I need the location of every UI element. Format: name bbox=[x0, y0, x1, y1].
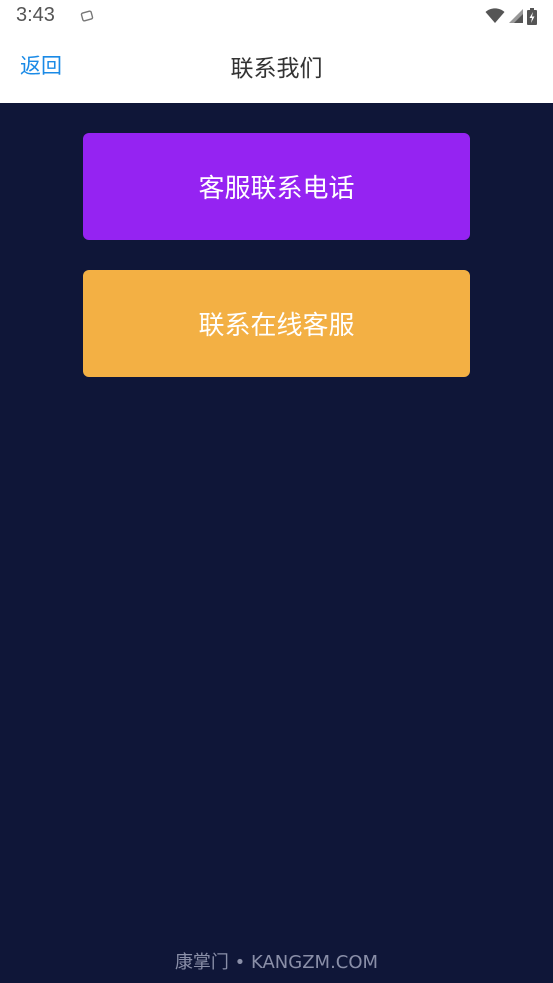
online-service-button[interactable]: 联系在线客服 bbox=[83, 270, 470, 377]
service-phone-label: 客服联系电话 bbox=[198, 174, 355, 204]
watermark: 康掌门 • KANGZM.COM bbox=[174, 952, 379, 973]
status-icons bbox=[485, 6, 537, 26]
status-time: 3:43 bbox=[16, 4, 55, 26]
notification-icon bbox=[80, 8, 94, 22]
service-phone-button[interactable]: 客服联系电话 bbox=[83, 133, 470, 240]
page-title: 联系我们 bbox=[230, 56, 323, 82]
status-bar: 3:43 bbox=[0, 0, 553, 32]
signal-icon bbox=[509, 9, 523, 23]
nav-bar: 返回 联系我们 bbox=[0, 32, 553, 103]
online-service-label: 联系在线客服 bbox=[198, 311, 355, 341]
wifi-icon bbox=[485, 8, 505, 24]
content-area: 客服联系电话 联系在线客服 bbox=[0, 103, 553, 983]
battery-charging-icon bbox=[527, 7, 537, 25]
